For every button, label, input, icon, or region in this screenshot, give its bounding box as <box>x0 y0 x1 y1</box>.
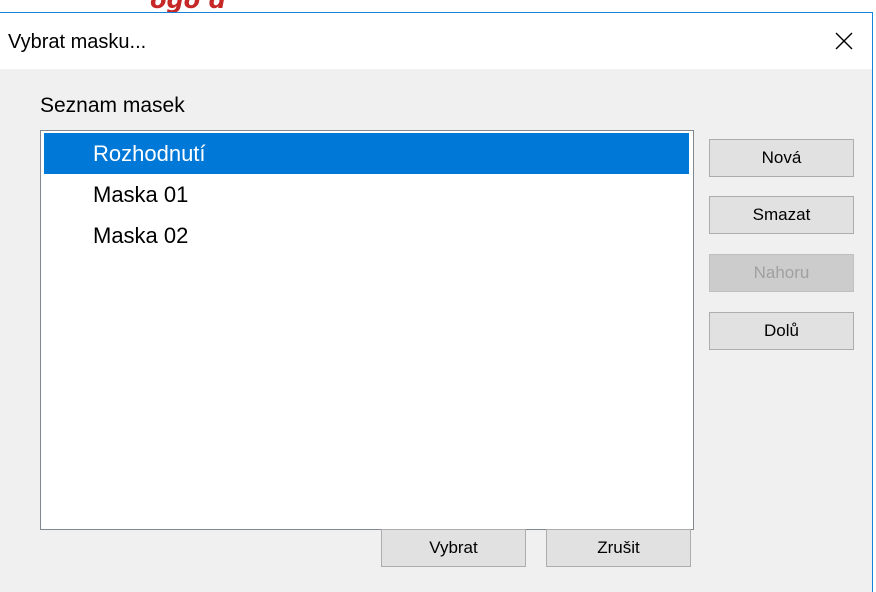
move-down-button[interactable]: Dolů <box>709 312 854 350</box>
select-button[interactable]: Vybrat <box>381 529 526 567</box>
window-title: Vybrat masku... <box>8 31 147 53</box>
dialog-window: Vybrat masku... Seznam masek Rozhodnutí … <box>0 12 873 592</box>
list-item-rozhodnuti[interactable]: Rozhodnutí <box>44 133 689 174</box>
close-button[interactable] <box>816 13 872 69</box>
mask-list-label: Seznam masek <box>40 94 185 117</box>
top-strip: ogo d <box>0 0 876 12</box>
title-bar: Vybrat masku... <box>0 13 872 69</box>
delete-button[interactable]: Smazat <box>709 196 854 234</box>
cancel-button[interactable]: Zrušit <box>546 529 691 567</box>
mask-listbox[interactable]: Rozhodnutí Maska 01 Maska 02 <box>40 130 694 530</box>
cropped-heading-text: ogo d <box>150 0 226 12</box>
list-item-maska-01[interactable]: Maska 01 <box>44 174 689 215</box>
new-button[interactable]: Nová <box>709 139 854 177</box>
close-icon <box>835 32 853 50</box>
list-item-maska-02[interactable]: Maska 02 <box>44 215 689 256</box>
move-up-button[interactable]: Nahoru <box>709 254 854 292</box>
